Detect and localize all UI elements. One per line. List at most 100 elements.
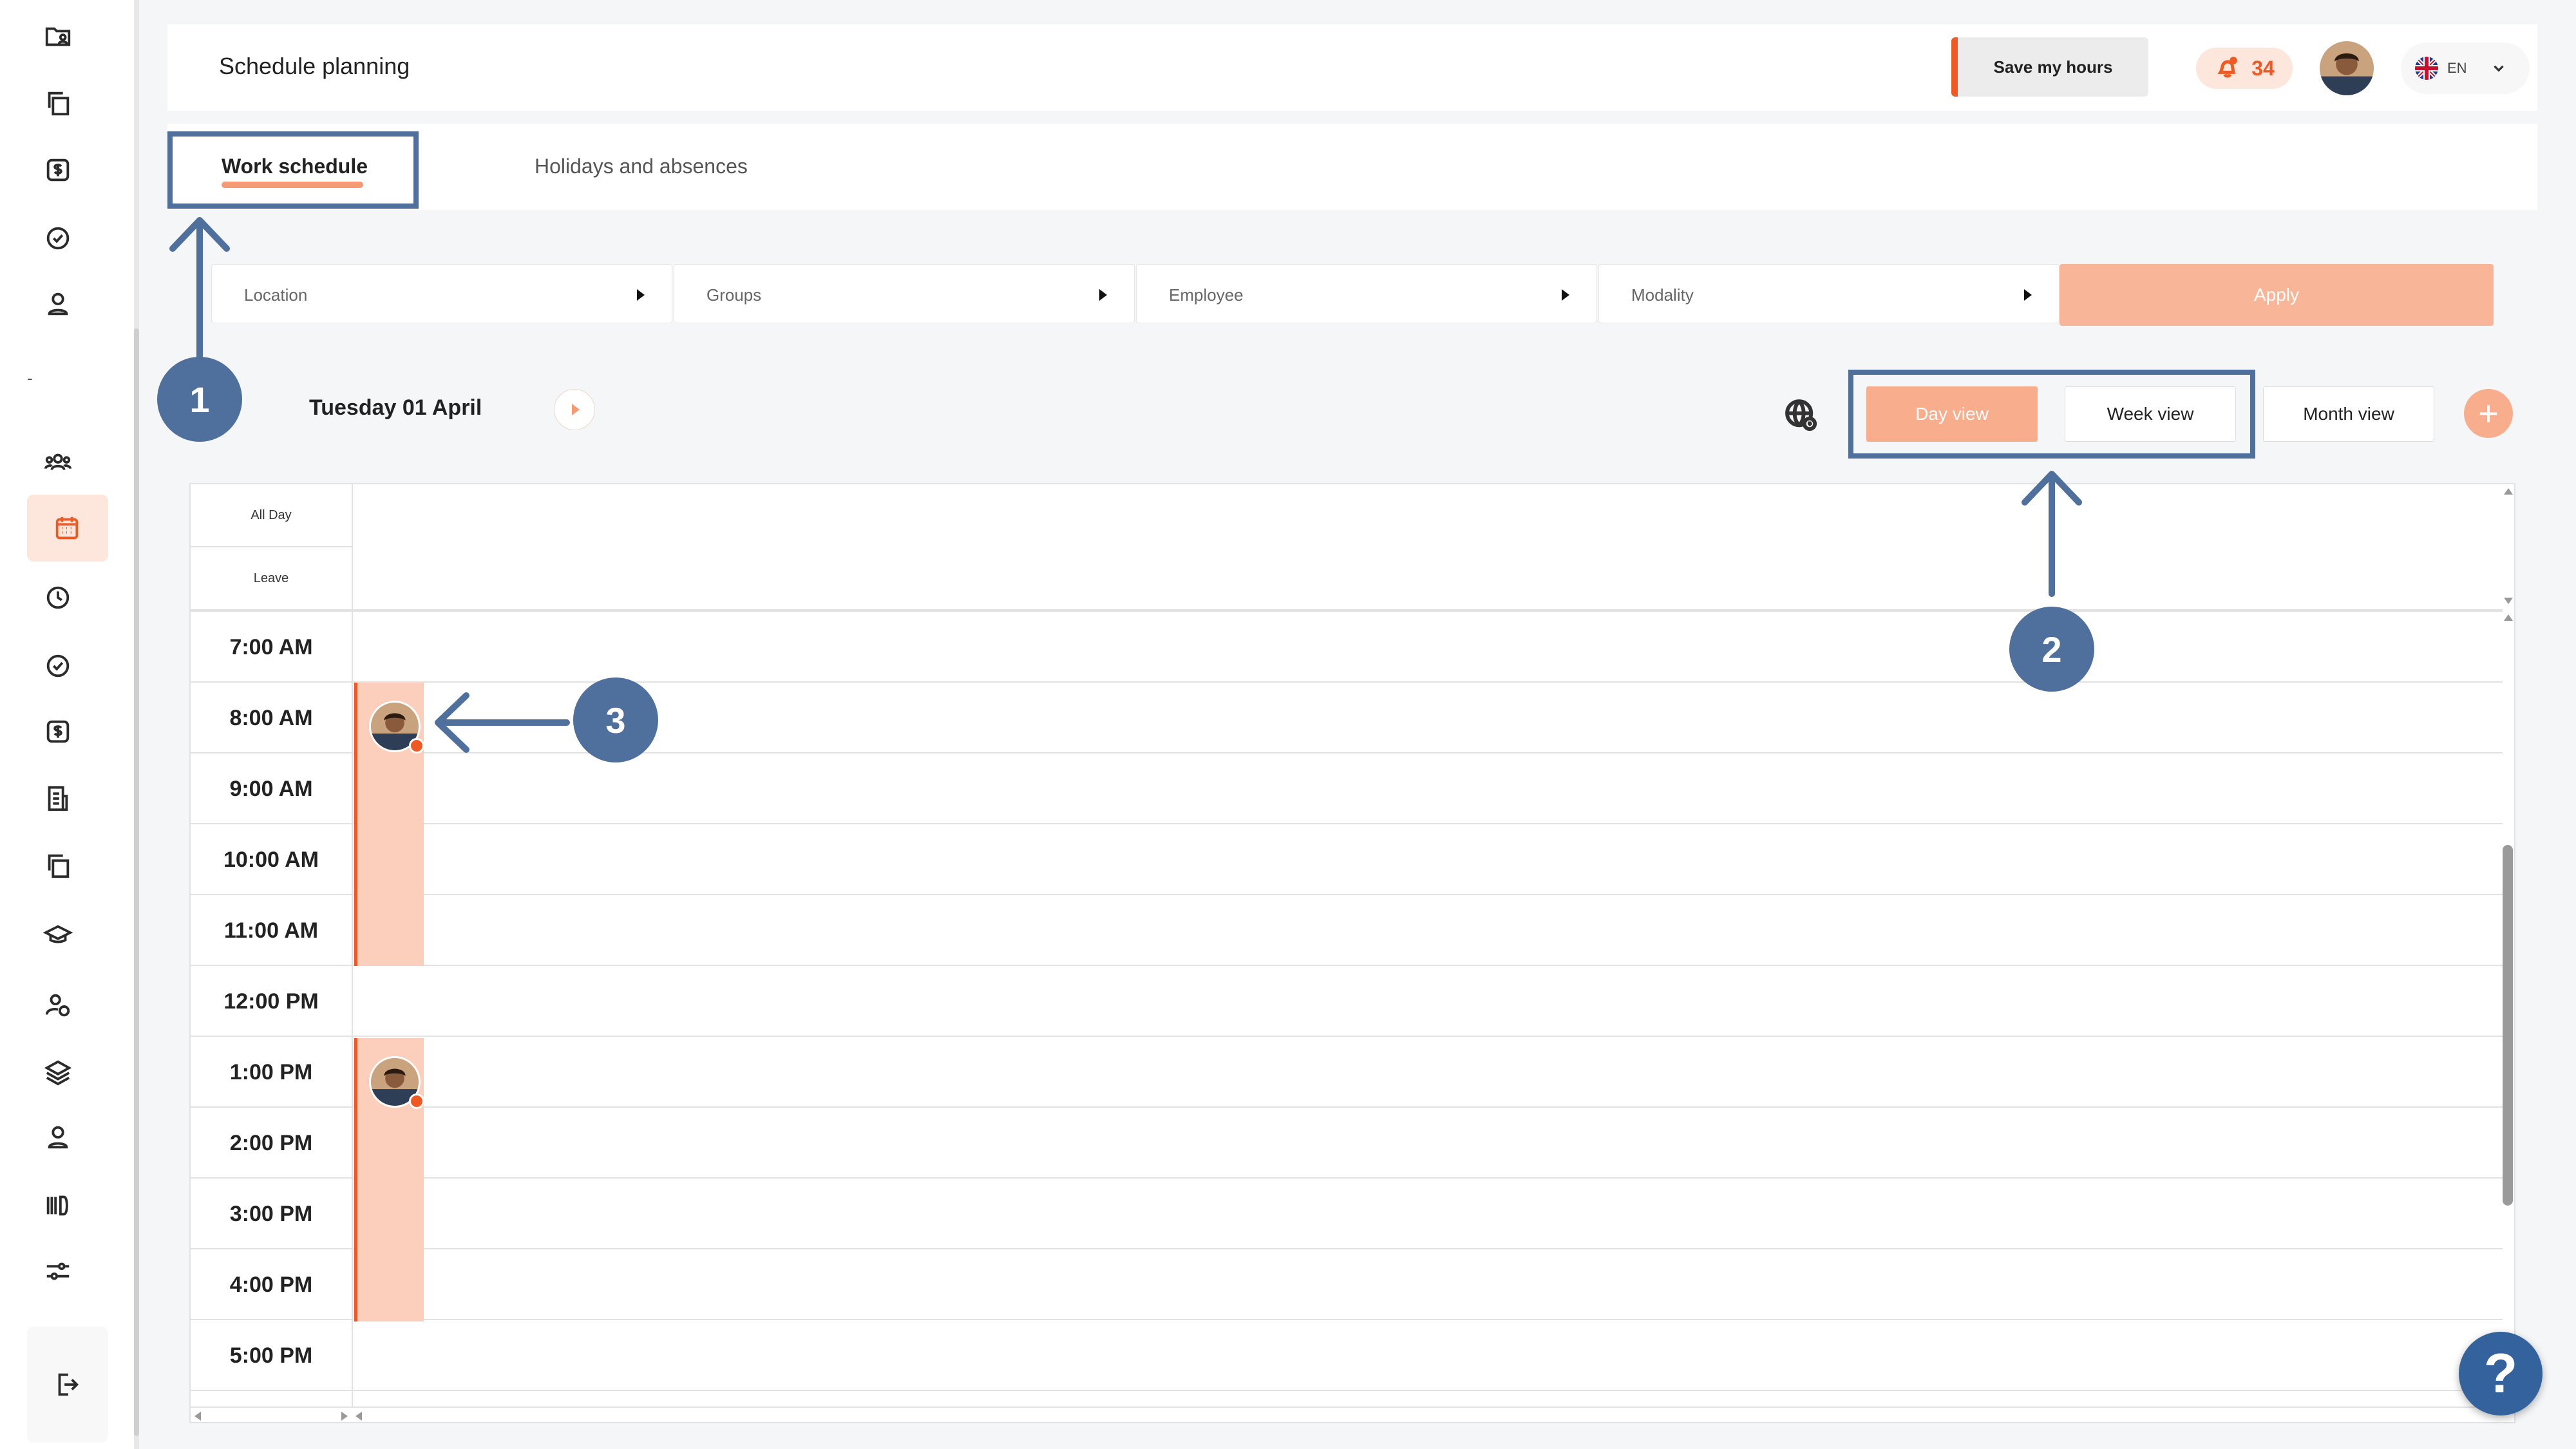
timezone-globe-icon[interactable] [1783,397,1819,433]
hour-label: 10:00 AM [223,847,319,872]
location-filter[interactable]: Location [211,264,672,323]
annotation-box-views [1848,370,2255,459]
sidebar: - [0,0,137,1449]
hour-row[interactable]: 10:00 AM [191,824,2503,895]
groups-filter-label: Groups [706,285,762,305]
notifications-button[interactable]: 34 [2196,48,2293,89]
check-circle-icon[interactable] [40,648,76,684]
calendar-grid: All Day Leave 7:00 AM 8:00 AM 9:00 AM 10:00… [189,483,2515,1423]
hour-row[interactable]: 11:00 AM [191,895,2503,966]
users-icon[interactable] [40,444,76,480]
current-date: Tuesday 01 April [309,395,482,420]
header-divider [352,484,353,611]
caret-right-icon [1099,289,1107,301]
scroll-up-arrow[interactable] [2504,488,2513,495]
hour-label: 3:00 PM [229,1201,313,1226]
shift-event-morning[interactable] [354,683,424,966]
sidebar-scrollbar-thumb[interactable] [134,328,139,1436]
plus-icon: + [2478,394,2499,433]
page-title: Schedule planning [219,53,410,79]
hour-label: 1:00 PM [229,1059,313,1084]
calendar-scrollbar-thumb[interactable] [2503,845,2513,1206]
dollar-icon[interactable] [40,152,76,188]
modality-filter[interactable]: Modality [1598,264,2060,323]
annotation-box-tab [167,131,419,209]
barcode-icon[interactable] [40,1188,76,1224]
annotation-marker-2: 2 [2009,607,2094,692]
shift-event-afternoon[interactable] [354,1038,424,1321]
layers-icon[interactable] [40,1054,76,1090]
header: Schedule planning Save my hours 34 EN [167,24,2537,111]
dollar-icon[interactable] [40,714,76,750]
month-view-button[interactable]: Month view [2263,386,2434,442]
sliders-icon[interactable] [40,1253,76,1289]
scroll-down-arrow[interactable] [2504,598,2513,604]
hour-label: 7:00 AM [229,634,313,659]
scroll-up-arrow[interactable] [2504,614,2513,621]
hour-row[interactable]: 1:00 PM [191,1037,2503,1108]
bell-icon [2214,54,2240,83]
annotation-marker-3: 3 [573,677,658,762]
annotation-marker-1: 1 [157,357,242,442]
status-dot [409,1094,424,1109]
tab-holidays-absences[interactable]: Holidays and absences [535,155,748,178]
sidebar-divider: - [27,368,33,388]
employee-filter[interactable]: Employee [1136,264,1597,323]
hour-row[interactable]: 2:00 PM [191,1108,2503,1179]
horizontal-scrollbar[interactable] [191,1406,2503,1423]
hour-label: 5:00 PM [229,1343,313,1368]
hour-row[interactable]: 4:00 PM [191,1249,2503,1320]
scroll-left-arrow[interactable] [194,1412,201,1421]
notification-count: 34 [2251,56,2275,80]
status-dot [409,738,424,753]
caret-right-icon [2024,289,2032,301]
tabs-bar: Work schedule Holidays and absences [167,124,2537,210]
leave-label: Leave [191,547,352,611]
check-circle-icon[interactable] [40,220,76,256]
language-label: EN [2447,60,2467,76]
clock-icon[interactable] [40,580,76,616]
graduation-icon[interactable] [40,917,76,953]
user-settings-icon[interactable] [40,988,76,1024]
hour-row[interactable]: 3:00 PM [191,1179,2503,1249]
calendar-icon[interactable] [49,510,85,546]
copy-icon[interactable] [40,848,76,884]
apply-button[interactable]: Apply [2060,264,2494,326]
user-icon[interactable] [40,286,76,322]
location-filter-label: Location [244,285,308,305]
caret-right-icon [572,404,580,415]
caret-right-icon [1562,289,1569,301]
copy-icon[interactable] [40,85,76,121]
add-event-button[interactable]: + [2464,389,2513,438]
groups-filter[interactable]: Groups [674,264,1135,323]
logout-icon[interactable] [49,1367,85,1403]
folder-user-icon[interactable] [40,18,76,54]
hour-row[interactable]: 12:00 PM [191,966,2503,1037]
user-icon[interactable] [40,1119,76,1155]
scroll-left-arrow[interactable] [355,1412,362,1421]
document-icon[interactable] [40,781,76,817]
modality-filter-label: Modality [1631,285,1694,305]
chevron-down-icon [2493,65,2504,72]
hour-label: 4:00 PM [229,1272,313,1297]
hour-row[interactable]: 7:00 AM [191,612,2503,683]
caret-right-icon [637,289,645,301]
all-day-label: All Day [191,484,352,547]
save-hours-button[interactable]: Save my hours [1951,37,2148,97]
user-avatar[interactable] [2320,41,2374,95]
time-column-divider [352,612,353,1406]
hour-label: 12:00 PM [223,989,319,1014]
employee-filter-label: Employee [1169,285,1244,305]
next-day-button[interactable] [554,389,595,430]
hour-label: 11:00 AM [223,918,319,943]
uk-flag-icon [2415,57,2438,80]
hour-row[interactable]: 5:00 PM [191,1320,2503,1391]
scroll-right-arrow[interactable] [341,1412,348,1421]
help-button[interactable]: ? [2459,1332,2543,1416]
language-selector[interactable]: EN [2401,43,2530,94]
hour-label: 2:00 PM [229,1130,313,1155]
hour-row[interactable]: 8:00 AM [191,683,2503,753]
hour-label: 8:00 AM [229,705,313,730]
hour-row[interactable]: 9:00 AM [191,753,2503,824]
hour-label: 9:00 AM [229,776,313,801]
